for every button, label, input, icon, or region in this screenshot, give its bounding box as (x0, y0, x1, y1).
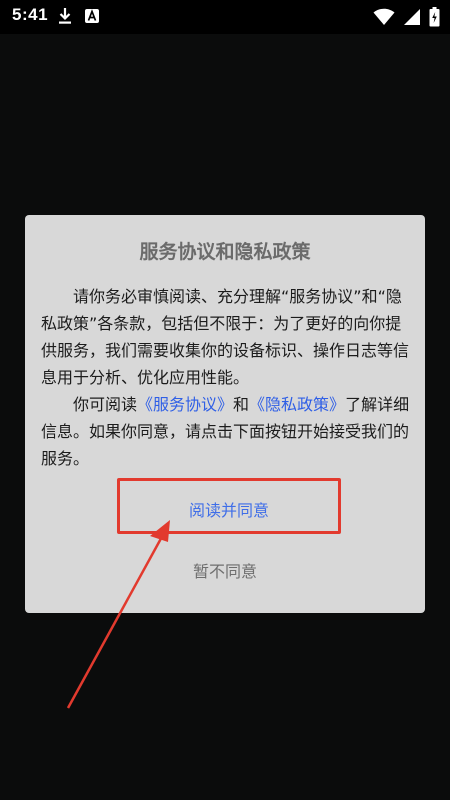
signal-icon (404, 9, 420, 25)
wifi-icon (373, 8, 395, 25)
para2-and: 和 (233, 395, 250, 414)
dialog-body: 请你务必审慎阅读、充分理解“服务协议”和“隐私政策”各条款，包括但不限于：为了更… (41, 283, 411, 472)
disagree-button[interactable]: 暂不同意 (145, 555, 305, 589)
dialog-paragraph-2: 你可阅读《服务协议》和《隐私政策》了解详细信息。如果你同意，请点击下面按钮开始接… (41, 391, 411, 472)
dialog-title: 服务协议和隐私政策 (139, 241, 311, 263)
download-icon (59, 8, 71, 24)
para2-prefix: 你可阅读 (73, 395, 138, 414)
status-right-icons (373, 7, 440, 27)
privacy-dialog: 服务协议和隐私政策 请你务必审慎阅读、充分理解“服务协议”和“隐私政策”各条款，… (25, 215, 425, 613)
dialog-paragraph-1: 请你务必审慎阅读、充分理解“服务协议”和“隐私政策”各条款，包括但不限于：为了更… (41, 287, 410, 387)
screen: 5:41 服务协议和隐私政策 请你务必审慎阅读、充分理解“服务协议”和“隐私政策… (0, 0, 450, 800)
privacy-policy-link[interactable]: 《隐私政策》 (249, 395, 345, 414)
agree-button-label: 阅读并同意 (188, 501, 269, 520)
service-agreement-link[interactable]: 《服务协议》 (137, 395, 233, 414)
battery-icon (429, 7, 440, 27)
text-a-icon (85, 9, 99, 23)
status-time: 5:41 (12, 5, 49, 24)
status-bar: 5:41 (0, 0, 450, 34)
agree-button[interactable]: 阅读并同意 (117, 478, 341, 534)
